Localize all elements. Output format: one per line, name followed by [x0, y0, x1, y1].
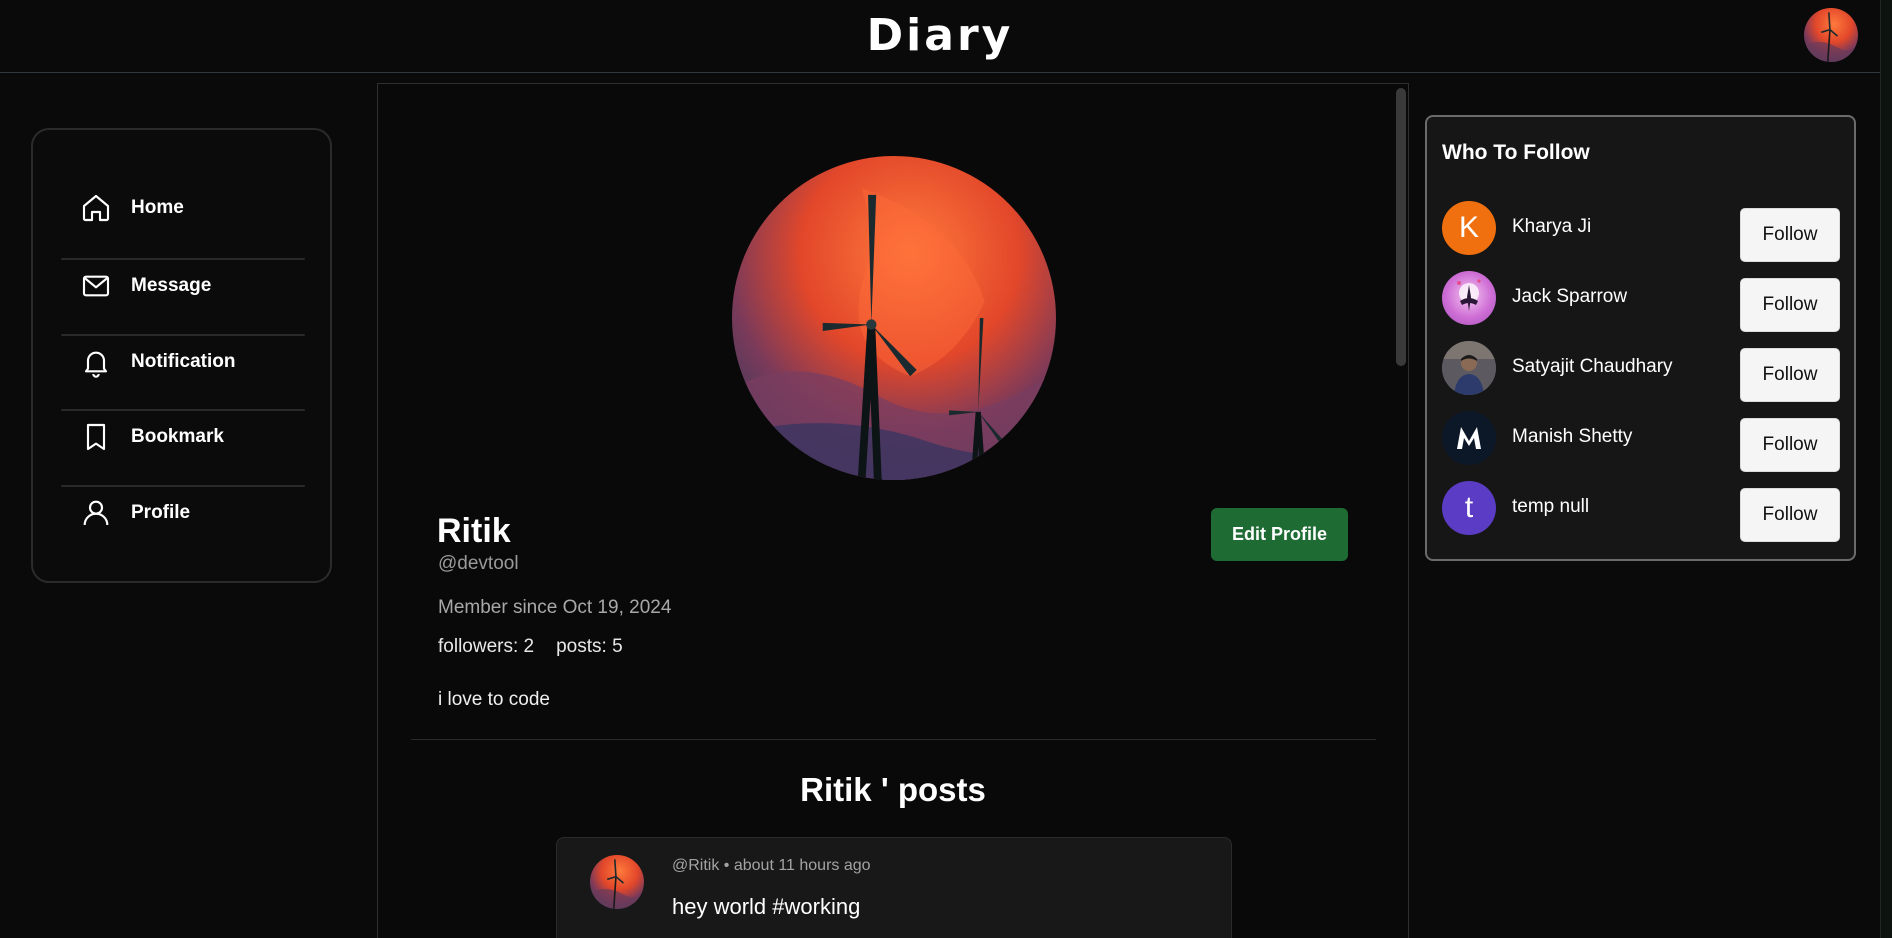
wind-turbine-avatar-icon — [590, 855, 644, 909]
avatar[interactable]: K — [1442, 201, 1496, 255]
sidebar-item-profile[interactable]: Profile — [61, 480, 305, 546]
suggestion-name[interactable]: Jack Sparrow — [1512, 286, 1627, 308]
profile-bio: i love to code — [438, 689, 550, 710]
wind-turbine-avatar-icon — [1804, 8, 1858, 62]
bookmark-icon — [77, 418, 115, 456]
suggestion-row: t temp null Follow — [1442, 481, 1842, 542]
avatar[interactable] — [1442, 341, 1496, 395]
follow-button[interactable]: Follow — [1740, 278, 1840, 332]
who-to-follow-panel: Who To Follow K Kharya Ji Follow Jack Sp… — [1425, 115, 1856, 561]
sidebar-item-label: Notification — [131, 351, 236, 372]
member-since: Member since Oct 19, 2024 — [438, 597, 672, 618]
mail-icon — [77, 267, 115, 305]
divider — [411, 739, 1376, 740]
sidebar-item-label: Bookmark — [131, 426, 224, 447]
profile-handle: @devtool — [438, 553, 519, 574]
post-author-avatar[interactable] — [590, 855, 644, 909]
sidebar-item-notification[interactable]: Notification — [61, 329, 305, 395]
avatar[interactable]: t — [1442, 481, 1496, 535]
app-title: Diary — [866, 10, 1014, 61]
top-bar: Diary — [0, 0, 1880, 73]
sidebar-item-home[interactable]: Home — [61, 175, 305, 241]
wind-turbine-photo-icon — [732, 156, 1056, 480]
person-photo-icon — [1442, 341, 1496, 395]
follow-button[interactable]: Follow — [1740, 208, 1840, 262]
suggestion-name[interactable]: Satyajit Chaudhary — [1512, 356, 1673, 378]
avatar[interactable] — [1442, 411, 1496, 465]
suggestion-name[interactable]: temp null — [1512, 496, 1589, 518]
suggestion-row: Jack Sparrow Follow — [1442, 271, 1842, 332]
follow-button[interactable]: Follow — [1740, 348, 1840, 402]
posts-count: posts: 5 — [556, 636, 623, 657]
suggestion-row: K Kharya Ji Follow — [1442, 201, 1842, 262]
post-card[interactable]: @Ritik • about 11 hours ago hey world #w… — [556, 837, 1232, 938]
profile-photo — [732, 156, 1056, 480]
followers-count: followers: 2 — [438, 636, 535, 657]
bell-icon — [77, 343, 115, 381]
post-meta: @Ritik • about 11 hours ago — [672, 857, 871, 874]
sidebar-item-bookmark[interactable]: Bookmark — [61, 404, 305, 470]
suggestion-name[interactable]: Manish Shetty — [1512, 426, 1632, 448]
sidebar-item-label: Home — [131, 197, 184, 218]
who-to-follow-title: Who To Follow — [1442, 141, 1590, 164]
user-icon — [77, 494, 115, 532]
m-logo-icon — [1457, 427, 1481, 449]
profile-panel: Ritik @devtool Edit Profile Member since… — [377, 83, 1409, 938]
profile-name: Ritik — [437, 512, 511, 550]
suggestion-name[interactable]: Kharya Ji — [1512, 216, 1591, 238]
sidebar-nav: Home Message Notification Bookmark Profi… — [31, 128, 332, 583]
user-avatar[interactable] — [1804, 8, 1858, 62]
sidebar-item-message[interactable]: Message — [61, 253, 305, 319]
sidebar-item-label: Message — [131, 275, 212, 296]
suggestion-row: Manish Shetty Follow — [1442, 411, 1842, 472]
sidebar-item-label: Profile — [131, 502, 191, 523]
panel-scrollbar[interactable] — [1396, 88, 1406, 366]
avatar[interactable] — [1442, 271, 1496, 325]
follow-button[interactable]: Follow — [1740, 418, 1840, 472]
suggestion-row: Satyajit Chaudhary Follow — [1442, 341, 1842, 402]
edit-profile-button[interactable]: Edit Profile — [1211, 508, 1348, 561]
figure-avatar-icon — [1457, 279, 1481, 311]
posts-heading: Ritik ' posts — [800, 771, 986, 808]
post-text: hey world #working — [672, 894, 861, 919]
profile-stats: followers: 2 posts: 5 — [438, 636, 623, 658]
follow-button[interactable]: Follow — [1740, 488, 1840, 542]
home-icon — [77, 189, 115, 227]
page-scrollbar[interactable] — [1880, 0, 1892, 938]
